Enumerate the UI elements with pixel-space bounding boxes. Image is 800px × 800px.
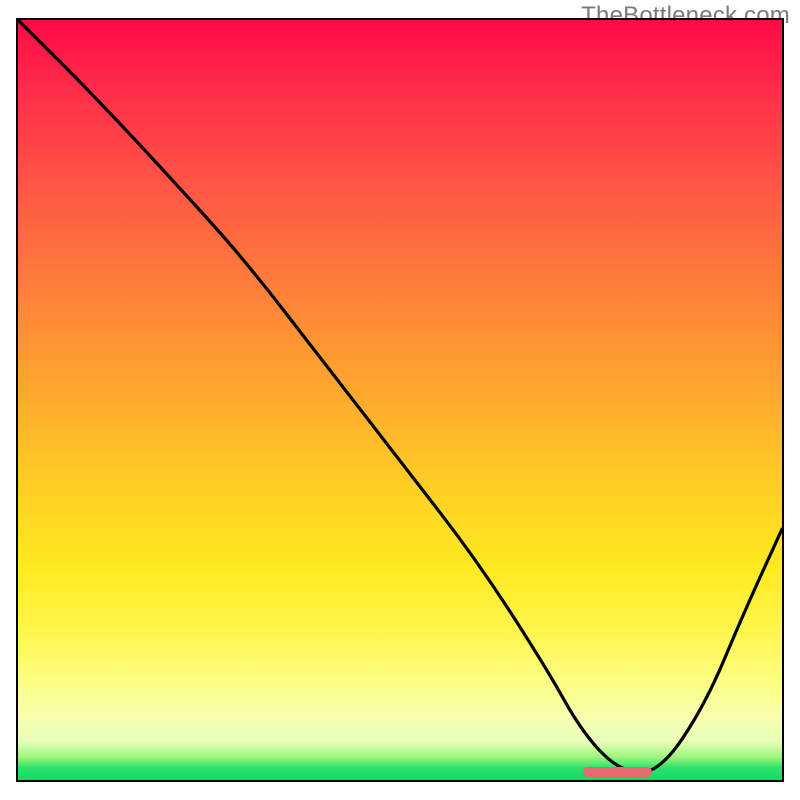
bottleneck-curve [18,20,782,780]
plot-area [18,20,782,780]
optimum-highlight-bar [583,767,652,777]
chart-container: TheBottleneck.com [0,0,800,800]
